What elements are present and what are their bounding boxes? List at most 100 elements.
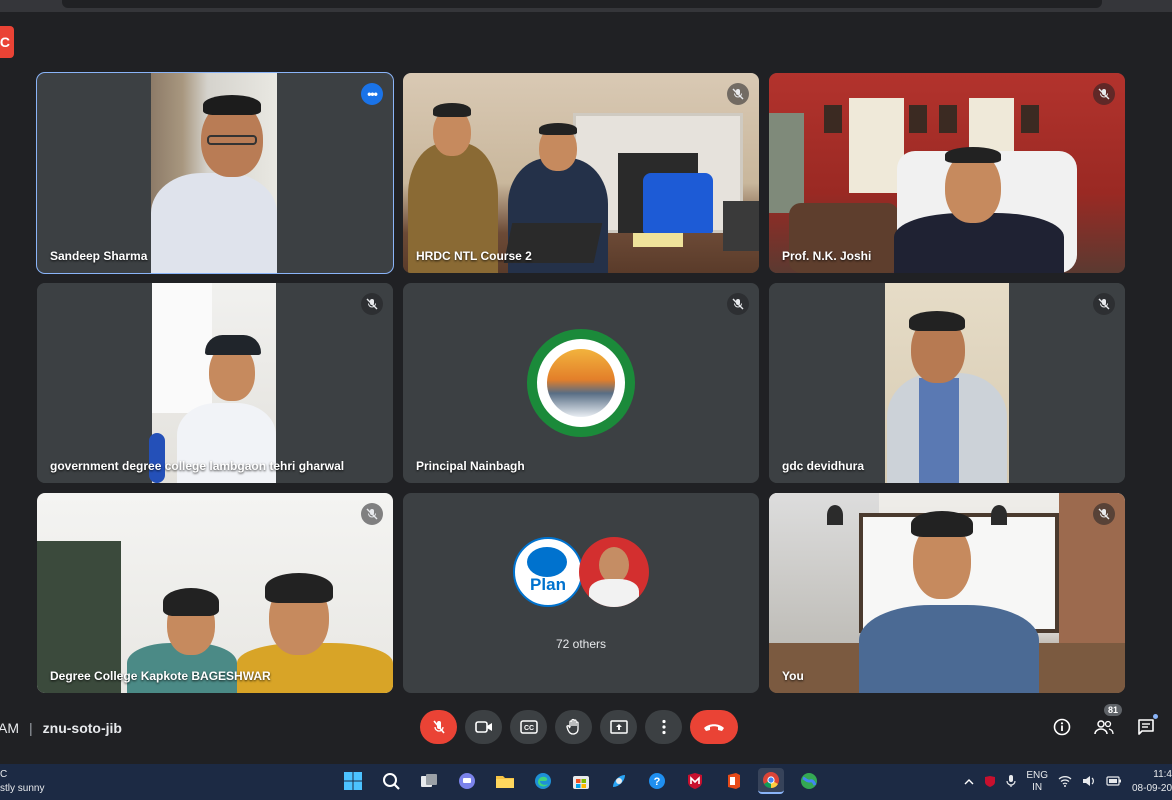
meeting-side-controls: 81 bbox=[1050, 704, 1158, 742]
end-call-icon bbox=[704, 724, 724, 731]
meeting-details: AM | znu-soto-jib bbox=[0, 718, 122, 738]
participant-name: Sandeep Sharma bbox=[50, 249, 148, 263]
mic-off-icon bbox=[727, 83, 749, 105]
hand-icon bbox=[565, 718, 579, 735]
task-view-icon[interactable] bbox=[416, 768, 442, 794]
participant-tile-gdc-devidhura[interactable]: gdc devidhura bbox=[769, 283, 1125, 483]
participant-tile-principal-nainbagh[interactable]: Principal Nainbagh bbox=[403, 283, 759, 483]
captions-icon: CC bbox=[519, 720, 538, 734]
more-options-button[interactable] bbox=[645, 710, 682, 744]
people-icon bbox=[1094, 720, 1114, 735]
participant-tile-dc-kapkote[interactable]: Degree College Kapkote BAGESHWAR bbox=[37, 493, 393, 693]
volume-icon[interactable] bbox=[1082, 775, 1096, 790]
edge-icon[interactable] bbox=[530, 768, 556, 794]
info-icon bbox=[1053, 718, 1071, 736]
mic-off-icon bbox=[361, 503, 383, 525]
meeting-details-button[interactable] bbox=[1050, 712, 1074, 742]
mic-off-icon bbox=[361, 293, 383, 315]
region-code: IN bbox=[1032, 782, 1043, 793]
participant-tile-sandeep-sharma[interactable]: ••• Sandeep Sharma bbox=[36, 72, 394, 274]
mic-off-icon bbox=[1093, 83, 1115, 105]
others-count-label: 72 others bbox=[555, 637, 607, 651]
weather-widget[interactable]: C stly sunny bbox=[0, 768, 44, 796]
clock-date: 08-09-202 bbox=[1132, 783, 1172, 794]
chat-button[interactable] bbox=[1134, 712, 1158, 742]
office-icon[interactable] bbox=[720, 768, 746, 794]
file-explorer-icon[interactable] bbox=[492, 768, 518, 794]
camera-toggle-button[interactable] bbox=[465, 710, 502, 744]
participant-count-badge: 81 bbox=[1103, 704, 1122, 716]
recording-badge-label: C bbox=[0, 34, 10, 50]
participant-name: HRDC NTL Course 2 bbox=[416, 249, 532, 263]
meeting-code[interactable]: znu-soto-jib bbox=[43, 720, 122, 736]
clock-time: 11:4 bbox=[1153, 769, 1172, 780]
more-vertical-icon bbox=[661, 719, 666, 735]
mcafee-tray-icon[interactable] bbox=[984, 775, 996, 790]
video-feed bbox=[37, 493, 393, 693]
meeting-time: AM bbox=[0, 720, 19, 736]
more-options-button[interactable]: ••• bbox=[361, 83, 383, 105]
participant-name: government degree college lambgaon tehri… bbox=[50, 459, 345, 473]
system-tray: ENG IN 11:4 08-09-202 bbox=[964, 768, 1172, 796]
chat-notification-dot bbox=[1153, 714, 1158, 719]
participant-tile-gdc-lambgaon[interactable]: government degree college lambgaon tehri… bbox=[37, 283, 393, 483]
chevron-up-icon[interactable] bbox=[964, 777, 974, 788]
os-taskbar: C stly sunny ? ENG IN 11:4 08-09-20 bbox=[0, 764, 1172, 800]
video-feed bbox=[769, 73, 1125, 273]
system-clock[interactable]: 11:4 08-09-202 bbox=[1132, 768, 1172, 796]
maps-icon[interactable] bbox=[796, 768, 822, 794]
participant-tile-prof-nk-joshi[interactable]: Prof. N.K. Joshi bbox=[769, 73, 1125, 273]
battery-icon[interactable] bbox=[1106, 775, 1122, 789]
weather-condition: stly sunny bbox=[0, 783, 45, 794]
video-feed bbox=[37, 73, 393, 273]
video-feed bbox=[769, 283, 1125, 483]
weather-temp: C bbox=[0, 769, 8, 780]
present-icon bbox=[609, 720, 628, 734]
camera-icon bbox=[474, 721, 492, 733]
recording-badge: C bbox=[0, 26, 14, 58]
present-screen-button[interactable] bbox=[600, 710, 637, 744]
video-feed bbox=[769, 493, 1125, 693]
plan-avatar-label: Plan bbox=[530, 575, 566, 594]
call-controls: CC bbox=[420, 710, 738, 744]
video-feed bbox=[403, 73, 759, 273]
microphone-icon[interactable] bbox=[1006, 774, 1016, 791]
participant-name: Prof. N.K. Joshi bbox=[782, 249, 872, 263]
participant-tile-others[interactable]: Plan 72 others bbox=[403, 493, 759, 693]
wifi-icon[interactable] bbox=[1058, 775, 1072, 790]
help-icon[interactable]: ? bbox=[644, 768, 670, 794]
store-icon[interactable] bbox=[568, 768, 594, 794]
microphone-toggle-button[interactable] bbox=[420, 710, 457, 744]
teams-chat-icon[interactable] bbox=[454, 768, 480, 794]
language-indicator[interactable]: ENG IN bbox=[1026, 770, 1048, 794]
raise-hand-button[interactable] bbox=[555, 710, 592, 744]
mic-off-icon bbox=[432, 720, 445, 734]
mcafee-icon[interactable] bbox=[682, 768, 708, 794]
participant-name: You bbox=[782, 669, 804, 683]
address-bar[interactable] bbox=[62, 0, 1102, 8]
taskbar-apps: ? bbox=[340, 768, 822, 794]
chat-icon bbox=[1138, 719, 1154, 735]
photos-icon[interactable] bbox=[606, 768, 632, 794]
leave-call-button[interactable] bbox=[690, 710, 738, 744]
video-feed bbox=[37, 283, 393, 483]
people-button[interactable]: 81 bbox=[1092, 704, 1122, 742]
svg-text:CC: CC bbox=[523, 725, 533, 732]
mic-off-icon bbox=[727, 293, 749, 315]
chrome-icon[interactable] bbox=[758, 768, 784, 794]
participant-name: Principal Nainbagh bbox=[416, 459, 525, 473]
participant-tile-hrdc-ntl-course-2[interactable]: HRDC NTL Course 2 bbox=[403, 73, 759, 273]
start-menu-icon[interactable] bbox=[340, 768, 366, 794]
search-icon[interactable] bbox=[378, 768, 404, 794]
captions-button[interactable]: CC bbox=[510, 710, 547, 744]
language-code: ENG bbox=[1026, 770, 1048, 781]
browser-toolbar bbox=[0, 0, 1172, 12]
participant-avatar bbox=[579, 537, 649, 607]
participant-name: Degree College Kapkote BAGESHWAR bbox=[50, 669, 271, 683]
mic-off-icon bbox=[1093, 293, 1115, 315]
svg-text:?: ? bbox=[654, 776, 661, 788]
participant-name: gdc devidhura bbox=[782, 459, 865, 473]
mic-off-icon bbox=[1093, 503, 1115, 525]
participant-tile-you[interactable]: You bbox=[769, 493, 1125, 693]
plan-avatar: Plan bbox=[513, 537, 583, 607]
